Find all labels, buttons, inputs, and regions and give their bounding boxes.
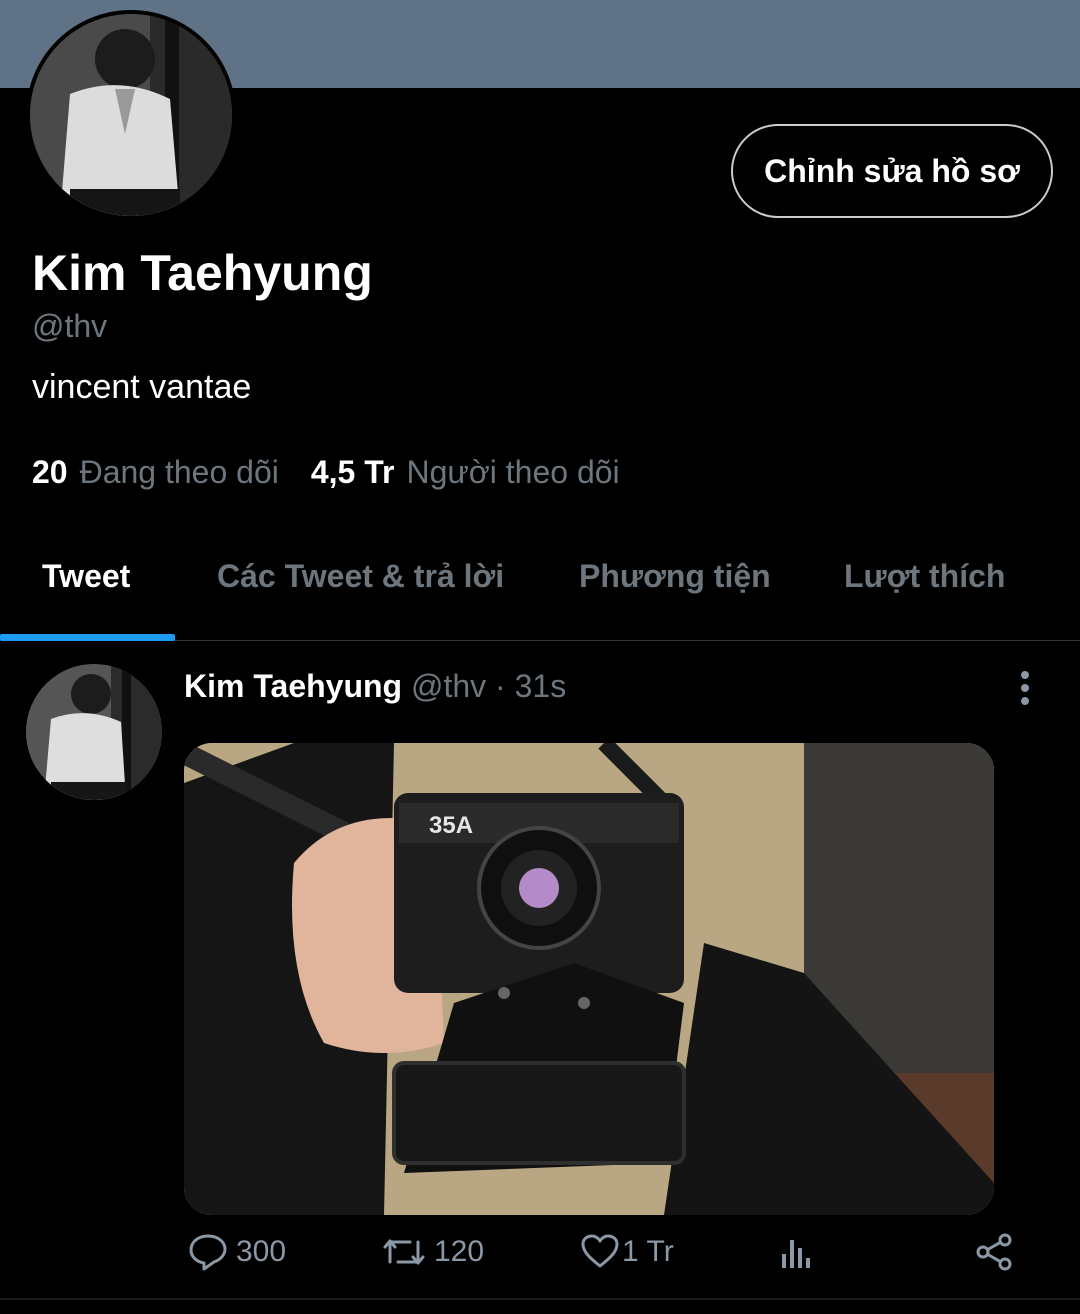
like-count: 1 Tr bbox=[622, 1235, 674, 1268]
tab-tweets-replies[interactable]: Các Tweet & trả lời bbox=[217, 558, 504, 595]
tweet-divider bbox=[0, 1298, 1080, 1300]
share-button[interactable] bbox=[974, 1232, 1016, 1272]
tweet-media-image[interactable]: 35A bbox=[184, 743, 994, 1215]
profile-name: Kim Taehyung bbox=[32, 245, 373, 301]
retweet-button[interactable]: 120 bbox=[382, 1232, 484, 1272]
profile-bio: vincent vantae bbox=[32, 368, 252, 406]
avatar-photo bbox=[30, 14, 232, 216]
tweet-header: Kim Taehyung @thv · 31s bbox=[184, 668, 566, 705]
reply-count: 300 bbox=[236, 1235, 287, 1268]
profile-tabs: Tweet Các Tweet & trả lời Phương tiện Lư… bbox=[0, 540, 1080, 640]
share-icon bbox=[976, 1233, 1012, 1271]
tweet-meta: @thv · 31s bbox=[410, 668, 567, 704]
retweet-icon bbox=[383, 1239, 425, 1265]
tweet-author-name[interactable]: Kim Taehyung bbox=[184, 668, 402, 704]
heart-icon bbox=[581, 1234, 619, 1268]
following-count[interactable]: 20 bbox=[32, 454, 68, 491]
profile-handle: @thv bbox=[32, 308, 108, 344]
active-tab-indicator bbox=[0, 634, 175, 641]
profile-avatar[interactable] bbox=[26, 10, 236, 220]
retweet-count: 120 bbox=[434, 1235, 485, 1268]
like-button[interactable]: 1 Tr bbox=[580, 1232, 674, 1272]
more-vertical-icon[interactable] bbox=[1010, 670, 1040, 706]
tab-tweets[interactable]: Tweet bbox=[42, 558, 130, 595]
profile-stats: 20 Đang theo dõi 4,5 Tr Người theo dõi bbox=[32, 454, 652, 491]
analytics-icon bbox=[782, 1240, 810, 1268]
tab-media[interactable]: Phương tiện bbox=[579, 558, 771, 595]
edit-profile-button[interactable]: Chỉnh sửa hồ sơ bbox=[731, 124, 1053, 218]
tweet-actions: 300 120 1 Tr bbox=[184, 1232, 1034, 1282]
tweet-avatar[interactable] bbox=[26, 664, 162, 800]
followers-count[interactable]: 4,5 Tr bbox=[311, 454, 395, 491]
reply-button[interactable]: 300 bbox=[188, 1232, 286, 1272]
following-label[interactable]: Đang theo dõi bbox=[80, 454, 279, 491]
followers-label[interactable]: Người theo dõi bbox=[406, 454, 619, 491]
tab-likes[interactable]: Lượt thích bbox=[844, 558, 1005, 595]
camera-model-text: 35A bbox=[429, 812, 473, 839]
reply-icon bbox=[189, 1234, 227, 1271]
tweet-avatar-photo bbox=[26, 664, 162, 800]
analytics-button[interactable] bbox=[778, 1232, 814, 1272]
camera-photo: 35A bbox=[184, 743, 994, 1215]
